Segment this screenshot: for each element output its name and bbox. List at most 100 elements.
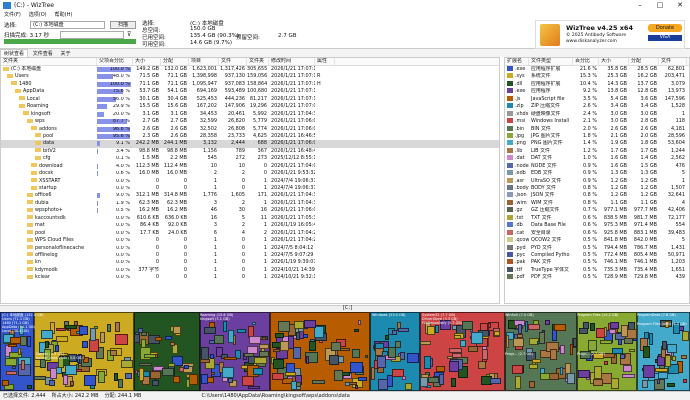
treemap-file-tile[interactable] xyxy=(608,329,616,335)
tree-row[interactable]: Local 56.0 % 30.1 GB 30.4 GB 525,453 444,236 8… xyxy=(1,96,499,103)
ext-col-header[interactable]: 文件类型 xyxy=(529,58,573,65)
treemap-file-tile[interactable] xyxy=(330,342,341,352)
treemap-file-tile[interactable] xyxy=(84,375,96,386)
treemap-file-tile[interactable] xyxy=(489,377,502,385)
treemap-file-tile[interactable] xyxy=(34,375,46,381)
treemap-file-tile[interactable] xyxy=(394,341,402,349)
treemap-file-tile[interactable] xyxy=(540,373,550,380)
close-button[interactable]: ✕ xyxy=(670,0,690,11)
treemap-file-tile[interactable] xyxy=(420,341,432,345)
menu-file[interactable]: 文件(F) xyxy=(4,11,21,19)
treemap-file-tile[interactable] xyxy=(666,383,676,388)
treemap-file-tile[interactable] xyxy=(351,349,360,358)
treemap-file-tile[interactable] xyxy=(20,360,26,371)
extension-row[interactable]: .exe 应用程序 9.2 % 13.8 GB 12.8 GB 13,973 xyxy=(505,88,689,95)
tree-row[interactable]: startup 0.0 % 0 0 1 0 1 2024/7/4 19:06:37 xyxy=(1,185,499,192)
treemap-file-tile[interactable] xyxy=(200,358,210,363)
treemap-file-tile[interactable] xyxy=(12,365,17,370)
tree-row[interactable]: kclear 0.0 % 0 0 1 0 1 2024/10/21 9:32:15 xyxy=(1,274,499,281)
treemap-file-tile[interactable] xyxy=(200,346,210,360)
disk-treemap[interactable]: (C:) 本地磁盘 (132.0 GB) Users (71.1 GB) 1480 … xyxy=(0,312,690,391)
treemap-file-tile[interactable] xyxy=(139,368,144,381)
tree-col-header[interactable]: 文件夹 xyxy=(247,58,269,65)
treemap-file-tile[interactable] xyxy=(211,372,216,376)
treemap-file-tile[interactable] xyxy=(401,376,406,381)
treemap-file-tile[interactable] xyxy=(18,348,22,355)
treemap-file-tile[interactable] xyxy=(524,321,529,332)
tree-row[interactable]: mat 0.0 % 86.4 KB 92.0 KB 3 2 1 2026/1/19 16:05… xyxy=(1,222,499,229)
treemap-file-tile[interactable] xyxy=(450,377,456,388)
extension-row[interactable]: .wim WIM 文件 0.8 % 1.1 GB 1.1 GB 4 xyxy=(505,199,689,207)
treemap-file-tile[interactable] xyxy=(600,339,613,345)
extension-row[interactable]: .png PNG 图片文件 1.4 % 1.9 GB 1.8 GB 53,604 xyxy=(505,140,689,147)
extension-row[interactable]: .pyc Compiled Pytho 0.5 % 772.4 MB 805.4 MB 5… xyxy=(505,251,689,259)
tree-row[interactable]: AppData 75.6 % 53.7 GB 54.1 GB 694,169 593,48… xyxy=(1,88,499,95)
treemap-file-tile[interactable] xyxy=(44,341,50,348)
ext-col-header[interactable]: 扩展名 xyxy=(505,58,529,65)
treemap-file-tile[interactable] xyxy=(672,356,677,361)
extension-row[interactable]: .ttf TrueType 字体文 0.5 % 735.3 MB 735.4 MB 1,6… xyxy=(505,266,689,274)
treemap-file-tile[interactable] xyxy=(26,335,31,347)
treemap-file-tile[interactable] xyxy=(6,371,17,376)
tree-row[interactable]: Users 48.0 % 71.5 GB 71.1 GB 1,398,998 937,13… xyxy=(1,73,499,80)
treemap-file-tile[interactable] xyxy=(590,323,596,332)
treemap-file-tile[interactable] xyxy=(55,344,60,352)
treemap-file-tile[interactable] xyxy=(275,333,284,339)
treemap-file-tile[interactable] xyxy=(387,347,396,359)
tree-col-header[interactable]: 文件夹 xyxy=(1,58,97,65)
treemap-file-tile[interactable] xyxy=(513,338,524,347)
treemap-file-tile[interactable] xyxy=(296,381,302,387)
treemap-file-tile[interactable] xyxy=(252,321,257,325)
treemap-file-tile[interactable] xyxy=(99,332,105,343)
treemap-file-tile[interactable] xyxy=(470,331,484,345)
treemap-file-tile[interactable] xyxy=(164,336,172,340)
treemap-file-tile[interactable] xyxy=(41,330,54,339)
treemap-file-tile[interactable] xyxy=(407,353,420,364)
treemap-file-tile[interactable] xyxy=(621,324,628,338)
treemap-file-tile[interactable] xyxy=(252,368,263,375)
treemap-file-tile[interactable] xyxy=(152,380,160,386)
treemap-file-tile[interactable] xyxy=(189,373,199,385)
treemap-file-tile[interactable] xyxy=(237,329,247,333)
treemap-file-tile[interactable] xyxy=(173,325,182,335)
treemap-file-tile[interactable] xyxy=(313,326,324,339)
treemap-file-tile[interactable] xyxy=(272,349,281,353)
treemap-file-tile[interactable] xyxy=(505,334,510,348)
treemap-file-tile[interactable] xyxy=(62,375,69,386)
extension-row[interactable]: .db Data Base File 0.6 % 975.3 MB 971.4 MB 55… xyxy=(505,222,689,229)
treemap-file-tile[interactable] xyxy=(186,379,191,389)
treemap-file-tile[interactable] xyxy=(70,381,75,386)
treemap-file-tile[interactable] xyxy=(2,379,9,387)
treemap-file-tile[interactable] xyxy=(248,335,261,345)
treemap-file-tile[interactable] xyxy=(566,372,576,384)
extension-row[interactable]: .txt TXT 文件 0.6 % 838.5 MB 981.7 MB 72,177 xyxy=(505,214,689,222)
treemap-file-tile[interactable] xyxy=(76,369,83,373)
treemap-file-tile[interactable] xyxy=(309,341,317,352)
treemap-file-tile[interactable] xyxy=(603,353,615,359)
treemap-file-tile[interactable] xyxy=(623,337,633,345)
extension-row[interactable]: .js JavaScript file 3.5 % 5.4 GB 3.6 GB 147,5… xyxy=(505,95,689,103)
treemap-file-tile[interactable] xyxy=(248,385,261,390)
treemap-file-tile[interactable] xyxy=(8,344,17,348)
treemap-file-tile[interactable] xyxy=(459,339,466,348)
treemap-file-tile[interactable] xyxy=(134,334,140,344)
treemap-file-tile[interactable] xyxy=(259,344,269,350)
treemap-file-tile[interactable] xyxy=(593,366,602,380)
extension-row[interactable]: .body BODY 文件 0.8 % 1.2 GB 1.2 GB 1,507 xyxy=(505,185,689,192)
treemap-file-tile[interactable] xyxy=(587,339,597,352)
treemap-file-tile[interactable] xyxy=(161,367,174,377)
treemap-file-tile[interactable] xyxy=(254,357,268,365)
extension-row[interactable]: .qcow QCOW2 文件 0.5 % 841.8 MB 842.0 MB 5 xyxy=(505,237,689,244)
treemap-file-tile[interactable] xyxy=(173,375,180,383)
treemap-file-tile[interactable] xyxy=(141,331,147,337)
tree-row[interactable]: 1480 100.0 % 71.1 GB 71.1 GB 1,095,947 937,08… xyxy=(1,81,499,88)
treemap-file-tile[interactable] xyxy=(517,323,523,335)
treemap-file-tile[interactable] xyxy=(201,374,208,385)
treemap-file-tile[interactable] xyxy=(203,326,216,334)
treemap-file-tile[interactable] xyxy=(400,351,405,360)
treemap-file-tile[interactable] xyxy=(139,363,152,367)
extension-row[interactable]: .dll 应用程序扩展 10.4 % 14.3 GB 13.7 GB 3,079 xyxy=(505,80,689,88)
treemap-file-tile[interactable] xyxy=(539,332,546,344)
treemap-file-tile[interactable] xyxy=(612,348,624,354)
tree-col-header[interactable]: 属性 xyxy=(315,58,335,65)
